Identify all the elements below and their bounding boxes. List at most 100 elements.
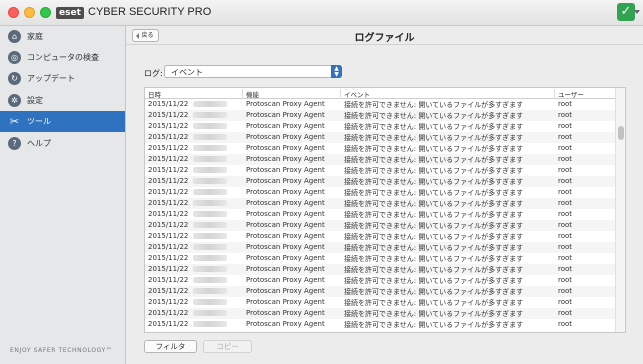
cell-datetime-text: 2015/11/22 xyxy=(148,210,189,218)
cell-user: root xyxy=(555,265,616,273)
table-row[interactable]: 2015/11/22 Protoscan Proxy Agent 接続を許可できませ… xyxy=(145,253,616,264)
cell-user-text: root xyxy=(558,155,573,163)
cell-event-text: 接続を許可できません: 開いているファイルが多すぎます xyxy=(344,233,524,241)
table-row[interactable]: 2015/11/22 Protoscan Proxy Agent 接続を許可できませ… xyxy=(145,264,616,275)
cell-feature: Protoscan Proxy Agent xyxy=(243,177,341,185)
sidebar-item-setup[interactable]: ✲ 設定 xyxy=(0,90,125,111)
cell-event: 接続を許可できません: 開いているファイルが多すぎます xyxy=(341,320,555,330)
table-row[interactable]: 2015/11/22 Protoscan Proxy Agent 接続を許可できませ… xyxy=(145,220,616,231)
cell-datetime-text: 2015/11/22 xyxy=(148,155,189,163)
cell-user: root xyxy=(555,155,616,163)
cell-event: 接続を許可できません: 開いているファイルが多すぎます xyxy=(341,133,555,143)
sidebar-item-tools[interactable]: ✂ ツール xyxy=(0,111,125,132)
cell-feature-text: Protoscan Proxy Agent xyxy=(246,166,325,174)
sidebar-item-label: アップデート xyxy=(27,74,75,83)
filter-button[interactable]: フィルタ xyxy=(144,340,197,353)
redacted-time xyxy=(193,222,228,228)
cell-user-text: root xyxy=(558,122,573,130)
sidebar-item-home[interactable]: ⌂ 家庭 xyxy=(0,26,125,47)
sidebar-item-label: ツール xyxy=(27,117,51,126)
cell-user-text: root xyxy=(558,265,573,273)
chevron-down-icon[interactable] xyxy=(634,10,640,14)
cell-datetime: 2015/11/22 xyxy=(145,265,243,273)
cell-user: root xyxy=(555,133,616,141)
copy-button[interactable]: コピー xyxy=(203,340,252,353)
table-row[interactable]: 2015/11/22 Protoscan Proxy Agent 接続を許可できませ… xyxy=(145,319,616,330)
cell-event: 接続を許可できません: 開いているファイルが多すぎます xyxy=(341,122,555,132)
table-row[interactable]: 2015/11/22 Protoscan Proxy Agent 接続を許可できませ… xyxy=(145,187,616,198)
cell-user-text: root xyxy=(558,243,573,251)
cell-event-text: 接続を許可できません: 開いているファイルが多すぎます xyxy=(344,211,524,219)
table-row[interactable]: 2015/11/22 Protoscan Proxy Agent 接続を許可できませ… xyxy=(145,242,616,253)
log-type-select[interactable]: イベント ▲ ▼ xyxy=(164,65,342,78)
cell-user: root xyxy=(555,243,616,251)
cell-feature: Protoscan Proxy Agent xyxy=(243,133,341,141)
table-row[interactable]: 2015/11/22 Protoscan Proxy Agent 接続を許可できませ… xyxy=(145,121,616,132)
column-header-user[interactable]: ユーザー xyxy=(555,89,616,99)
cell-datetime-text: 2015/11/22 xyxy=(148,309,189,317)
cell-datetime-text: 2015/11/22 xyxy=(148,265,189,273)
table-row[interactable]: 2015/11/22 Protoscan Proxy Agent 接続を許可できませ… xyxy=(145,110,616,121)
checkmark-icon[interactable]: ✓ xyxy=(617,3,635,21)
column-header-feature[interactable]: 機能 xyxy=(243,89,341,99)
table-row[interactable]: 2015/11/22 Protoscan Proxy Agent 接続を許可できませ… xyxy=(145,198,616,209)
cell-event-text: 接続を許可できません: 開いているファイルが多すぎます xyxy=(344,288,524,296)
column-header-event[interactable]: イベント xyxy=(341,89,555,99)
redacted-time xyxy=(193,123,228,129)
cell-user-text: root xyxy=(558,298,573,306)
table-row[interactable]: 2015/11/22 Protoscan Proxy Agent 接続を許可できませ… xyxy=(145,132,616,143)
table-row[interactable]: 2015/11/22 Protoscan Proxy Agent 接続を許可できませ… xyxy=(145,165,616,176)
cell-feature: Protoscan Proxy Agent xyxy=(243,243,341,251)
cell-datetime: 2015/11/22 xyxy=(145,210,243,218)
table-row[interactable]: 2015/11/22 Protoscan Proxy Agent 接続を許可できませ… xyxy=(145,176,616,187)
cell-datetime: 2015/11/22 xyxy=(145,188,243,196)
table-row[interactable]: 2015/11/22 Protoscan Proxy Agent 接続を許可できませ… xyxy=(145,275,616,286)
zoom-window-button[interactable] xyxy=(40,7,51,18)
cell-event: 接続を許可できません: 開いているファイルが多すぎます xyxy=(341,210,555,220)
table-row[interactable]: 2015/11/22 Protoscan Proxy Agent 接続を許可できませ… xyxy=(145,154,616,165)
table-row[interactable]: 2015/11/22 Protoscan Proxy Agent 接続を許可できませ… xyxy=(145,143,616,154)
table-row[interactable]: 2015/11/22 Protoscan Proxy Agent 接続を許可できませ… xyxy=(145,209,616,220)
cell-datetime-text: 2015/11/22 xyxy=(148,320,189,328)
cell-event-text: 接続を許可できません: 開いているファイルが多すぎます xyxy=(344,145,524,153)
home-icon: ⌂ xyxy=(8,30,21,43)
cell-datetime: 2015/11/22 xyxy=(145,155,243,163)
table-row[interactable]: 2015/11/22 Protoscan Proxy Agent 接続を許可できませ… xyxy=(145,231,616,242)
cell-event: 接続を許可できません: 開いているファイルが多すぎます xyxy=(341,243,555,253)
cell-feature: Protoscan Proxy Agent xyxy=(243,100,341,108)
cell-user: root xyxy=(555,287,616,295)
cell-event-text: 接続を許可できません: 開いているファイルが多すぎます xyxy=(344,255,524,263)
redacted-time xyxy=(193,200,228,206)
cell-event-text: 接続を許可できません: 開いているファイルが多すぎます xyxy=(344,134,524,142)
cell-feature-text: Protoscan Proxy Agent xyxy=(246,276,325,284)
table-row[interactable]: 2015/11/22 Protoscan Proxy Agent 接続を許可できませ… xyxy=(145,99,616,110)
table-row[interactable]: 2015/11/22 Protoscan Proxy Agent 接続を許可できませ… xyxy=(145,308,616,319)
cell-event-text: 接続を許可できません: 開いているファイルが多すぎます xyxy=(344,321,524,329)
cell-user: root xyxy=(555,309,616,317)
cell-datetime-text: 2015/11/22 xyxy=(148,298,189,306)
cell-feature-text: Protoscan Proxy Agent xyxy=(246,177,325,185)
column-header-datetime[interactable]: 日時 xyxy=(145,89,243,99)
cell-datetime: 2015/11/22 xyxy=(145,254,243,262)
cell-datetime-text: 2015/11/22 xyxy=(148,199,189,207)
cell-feature-text: Protoscan Proxy Agent xyxy=(246,265,325,273)
table-row[interactable]: 2015/11/22 Protoscan Proxy Agent 接続を許可できませ… xyxy=(145,286,616,297)
scrollbar-thumb[interactable] xyxy=(618,126,624,140)
cell-datetime-text: 2015/11/22 xyxy=(148,144,189,152)
cell-feature: Protoscan Proxy Agent xyxy=(243,155,341,163)
cell-event-text: 接続を許可できません: 開いているファイルが多すぎます xyxy=(344,101,524,109)
sidebar-item-update[interactable]: ↻ アップデート xyxy=(0,68,125,89)
sidebar-item-help[interactable]: ? ヘルプ xyxy=(0,133,125,154)
cell-user-text: root xyxy=(558,133,573,141)
cell-feature-text: Protoscan Proxy Agent xyxy=(246,133,325,141)
gear-icon: ✲ xyxy=(8,94,21,107)
close-window-button[interactable] xyxy=(8,7,19,18)
cell-event-text: 接続を許可できません: 開いているファイルが多すぎます xyxy=(344,189,524,197)
table-row[interactable]: 2015/11/22 Protoscan Proxy Agent 接続を許可できませ… xyxy=(145,297,616,308)
minimize-window-button[interactable] xyxy=(24,7,35,18)
vertical-scrollbar[interactable] xyxy=(615,88,625,332)
redacted-time xyxy=(193,178,228,184)
cell-user-text: root xyxy=(558,309,573,317)
cell-feature: Protoscan Proxy Agent xyxy=(243,265,341,273)
sidebar-item-computer-scan[interactable]: ◎ コンピュータの検査 xyxy=(0,47,125,68)
